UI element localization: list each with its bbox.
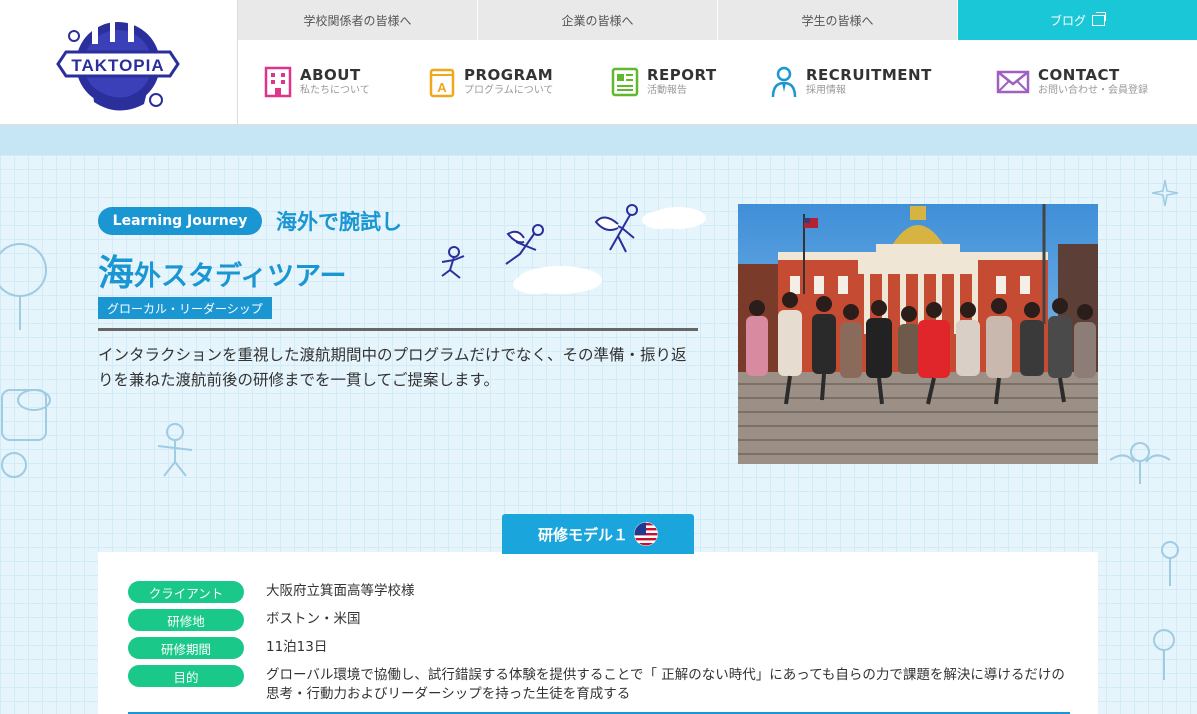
location-label: 研修地 (128, 609, 244, 631)
nav-recruitment[interactable]: RECRUITMENT 採用情報 (770, 66, 932, 106)
doodle-angel-icon (1109, 442, 1171, 484)
doodle-tree-icon (0, 243, 51, 478)
mail-icon (996, 70, 1030, 94)
nav-report-en: REPORT (647, 66, 717, 84)
title-first-char: 海 (98, 253, 135, 294)
book-icon: A (429, 68, 455, 98)
row-purpose: 目的 グローバル環境で協働し、試行錯誤する体験を提供することで「 正解のない時代… (128, 665, 1068, 704)
sparkle-icon (1151, 179, 1179, 207)
nav-contact-en: CONTACT (1038, 66, 1120, 84)
client-value: 大阪府立箕面高等学校様 (266, 583, 415, 599)
students-jumping-photo (738, 204, 1098, 464)
taktopia-logo[interactable]: TAKTOPIA (52, 8, 184, 120)
person-icon (771, 66, 797, 98)
blog-label: ブログ (1049, 13, 1086, 28)
location-value: ボストン・米国 (266, 611, 361, 627)
hero-divider (98, 328, 698, 331)
flying-people-illustration (441, 204, 706, 294)
nav-report[interactable]: REPORT 活動報告 (611, 66, 717, 106)
external-link-icon (1092, 11, 1106, 26)
building-icon (264, 66, 292, 98)
svg-text:A: A (437, 80, 447, 95)
logo-area: TAKTOPIA (0, 0, 238, 125)
sub-bar (0, 125, 1197, 155)
hero-description: インタラクションを重視した渡航期間中のプログラムだけでなく、その準備・振り返りを… (98, 346, 687, 389)
title-rest: 外スタディツアー (134, 261, 347, 292)
nav-contact-ja: お問い合わせ・会員登録 (1038, 85, 1148, 96)
site-header: TAKTOPIA 学校関係者の皆様へ 企業の皆様へ 学生の皆様へ ブログ ABO… (0, 0, 1197, 125)
model-tab: 研修モデル１ (502, 514, 694, 554)
duration-label: 研修期間 (128, 637, 244, 659)
nav-report-ja: 活動報告 (647, 85, 687, 96)
model-tab-label: 研修モデル１ (537, 525, 628, 544)
page-title: 海外スタディツアー (98, 244, 347, 296)
top-bar: 学校関係者の皆様へ 企業の皆様へ 学生の皆様へ ブログ (238, 0, 1197, 40)
nav-about[interactable]: ABOUT 私たちについて (264, 66, 370, 106)
nav-contact[interactable]: CONTACT お問い合わせ・会員登録 (996, 66, 1148, 106)
report-icon (611, 67, 639, 97)
topbar-students[interactable]: 学生の皆様へ (718, 0, 958, 40)
client-label: クライアント (128, 581, 244, 603)
nav-program-en: PROGRAM (464, 66, 554, 84)
topbar-schools[interactable]: 学校関係者の皆様へ (238, 0, 478, 40)
logo-text: TAKTOPIA (71, 56, 164, 75)
topbar-companies[interactable]: 企業の皆様へ (478, 0, 718, 40)
doodle-person-icon (157, 423, 193, 477)
purpose-label: 目的 (128, 665, 244, 687)
purpose-value: グローバル環境で協働し、試行錯誤する体験を提供することで「 正解のない時代」にあ… (266, 667, 1065, 702)
us-flag-icon (634, 522, 658, 546)
nav-recruitment-en: RECRUITMENT (806, 66, 932, 84)
nav-about-en: ABOUT (300, 66, 361, 84)
main-nav: ABOUT 私たちについて A PROGRAM プログラムについて REPORT… (238, 40, 1197, 125)
category-tag: グローカル・リーダーシップ (98, 297, 272, 319)
nav-about-ja: 私たちについて (300, 85, 370, 96)
doodle-people-icon (1153, 541, 1179, 680)
row-duration: 研修期間 11泊13日 (128, 637, 327, 659)
learning-journey-pill: Learning Journey (98, 207, 262, 235)
nav-program[interactable]: A PROGRAM プログラムについて (428, 66, 553, 106)
duration-value: 11泊13日 (266, 639, 328, 655)
row-client: クライアント 大阪府立箕面高等学校様 (128, 581, 415, 603)
nav-recruitment-ja: 採用情報 (806, 85, 846, 96)
nav-program-ja: プログラムについて (464, 85, 554, 96)
model-card: クライアント 大阪府立箕面高等学校様 研修地 ボストン・米国 研修期間 11泊1… (98, 552, 1098, 714)
hero-subtitle: 海外で腕試し (276, 210, 402, 234)
row-location: 研修地 ボストン・米国 (128, 609, 361, 631)
topbar-blog[interactable]: ブログ (958, 0, 1197, 40)
